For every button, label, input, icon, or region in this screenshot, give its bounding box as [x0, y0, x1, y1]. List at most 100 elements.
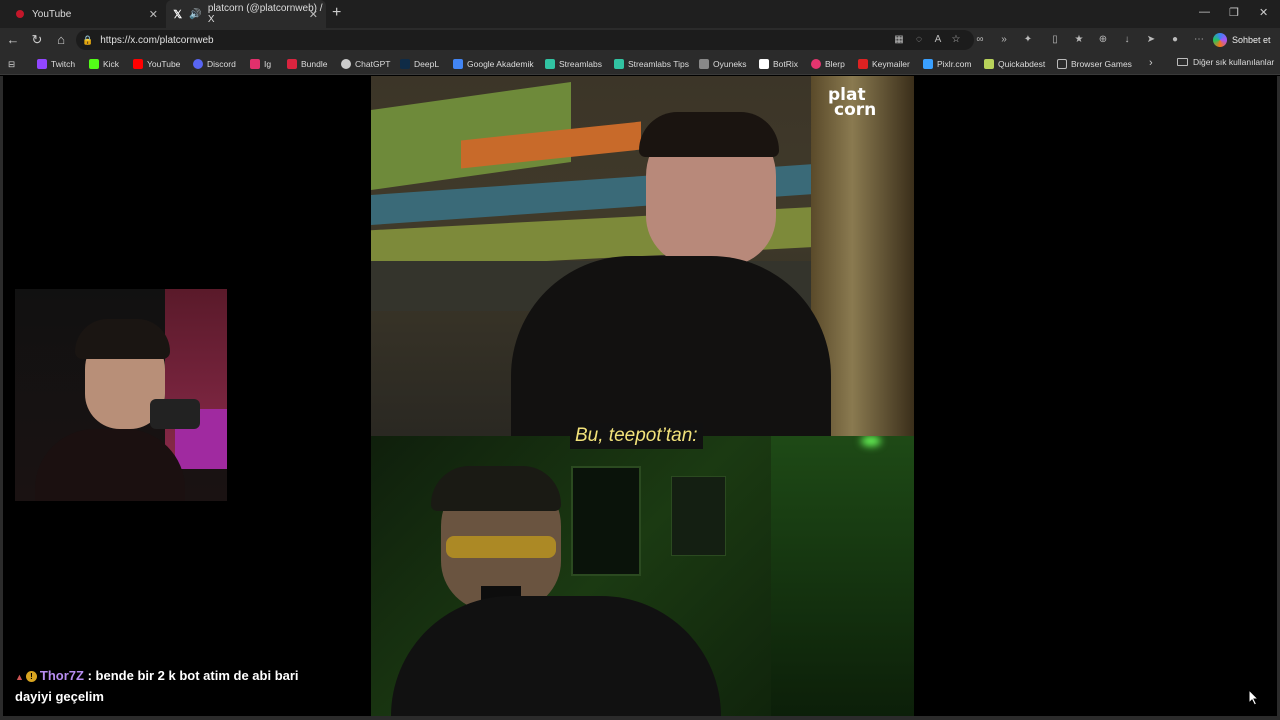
- favorite-star-icon[interactable]: ☆: [949, 33, 963, 47]
- deepl-icon: [400, 59, 410, 69]
- copilot-chat-button[interactable]: Sohbet et: [1213, 30, 1277, 50]
- back-button[interactable]: ←: [4, 31, 22, 49]
- bits-icon: ▲: [15, 671, 24, 682]
- google-scholar-icon: [453, 59, 463, 69]
- kick-icon: [89, 59, 99, 69]
- keymailer-icon: [858, 59, 868, 69]
- bookmark-deepl[interactable]: DeepL: [400, 57, 439, 71]
- close-tab-icon[interactable]: ✕: [149, 8, 158, 21]
- chatgpt-icon: [341, 59, 351, 69]
- bookmark-label: Blerp: [825, 59, 845, 69]
- home-button[interactable]: ⌂: [52, 31, 70, 49]
- pixlr-icon: [923, 59, 933, 69]
- read-aloud-icon[interactable]: A: [931, 33, 945, 47]
- close-tab-icon[interactable]: ✕: [309, 8, 318, 21]
- new-tab-button[interactable]: +: [332, 4, 341, 22]
- bookmark-bundle[interactable]: Bundle: [287, 57, 327, 71]
- bookmark-label: YouTube: [147, 59, 181, 69]
- bookmark-label: Streamlabs: [559, 59, 602, 69]
- bookmark-label: Kick: [103, 59, 120, 69]
- youtube-icon: [14, 8, 26, 20]
- url-field[interactable]: 🔒 https://x.com/platcornweb: [76, 30, 974, 50]
- window-border-bottom: [0, 716, 1280, 720]
- tab-youtube[interactable]: YouTube ✕: [8, 0, 166, 28]
- tracking-icon[interactable]: ◌: [912, 33, 926, 47]
- bookmarks-toggle-icon[interactable]: ⊟: [8, 57, 15, 71]
- bookmark-label: BotRix: [773, 59, 799, 69]
- folder-label: Diğer sık kullanılanlar: [1193, 57, 1275, 67]
- subtitle-caption: Bu, teepot’tan:: [570, 423, 703, 449]
- extension2-icon[interactable]: »: [997, 33, 1011, 47]
- streamlabs-icon: [545, 59, 555, 69]
- oyuneks-icon: [699, 59, 709, 69]
- youtube-icon: [133, 59, 143, 69]
- bookmark-google-akademik[interactable]: Google Akademik: [453, 57, 534, 71]
- bookmark-oyuneks[interactable]: Oyuneks: [699, 57, 747, 71]
- bookmark-label: Discord: [207, 59, 236, 69]
- bookmark-keymailer[interactable]: Keymailer: [858, 57, 910, 71]
- folder-icon: [1177, 58, 1188, 66]
- blerp-icon: [811, 59, 821, 69]
- bookmark-label: Bundle: [301, 59, 328, 69]
- bookmark-botrix[interactable]: BotRix: [759, 57, 798, 71]
- logo-line2: corn: [834, 100, 877, 120]
- extension-icon[interactable]: ∞: [973, 33, 987, 47]
- bookmark-label: Keymailer: [872, 59, 910, 69]
- tab-title: YouTube: [32, 8, 72, 20]
- bookmark-label: Oyuneks: [713, 59, 747, 69]
- chevron-right-icon[interactable]: ›: [1149, 57, 1153, 69]
- bookmark-label: Browser Games: [1071, 59, 1132, 69]
- collections-icon[interactable]: ⊕: [1096, 33, 1110, 47]
- discord-icon: [193, 59, 203, 69]
- chat-message: ▲! Thor7Z : bende bir 2 k bot atim de abi…: [15, 666, 315, 707]
- extensions-icon[interactable]: ✦: [1021, 33, 1035, 47]
- more-menu-icon[interactable]: ⋯: [1192, 33, 1206, 47]
- folder-icon: [1057, 59, 1067, 69]
- chat-username: Thor7Z: [39, 668, 84, 683]
- minimize-button[interactable]: —: [1199, 6, 1210, 18]
- bookmark-label: Twitch: [51, 59, 76, 69]
- twitch-icon: [37, 59, 47, 69]
- other-favorites-folder[interactable]: Diğer sık kullanılanlar: [1177, 57, 1274, 67]
- favorites-icon[interactable]: ★: [1072, 33, 1086, 47]
- app-available-icon[interactable]: ▦: [892, 33, 906, 47]
- close-window-button[interactable]: ✕: [1259, 6, 1268, 19]
- tab-platcorn[interactable]: 𝕏 🔊 platcorn (@platcornweb) / X ✕: [166, 0, 326, 28]
- bookmark-label: DeepL: [414, 59, 440, 69]
- stream-video[interactable]: plat corn Bu, teepot’tan: ▲ ! Thor7Z: b…: [3, 76, 1277, 716]
- bookmark-label: Streamlabs Tips: [628, 59, 689, 69]
- tab-strip: YouTube ✕ 𝕏 🔊 platcorn (@platcornweb) / …: [0, 0, 1280, 28]
- bookmark-chatgpt[interactable]: ChatGPT: [341, 57, 390, 71]
- lock-icon[interactable]: 🔒: [82, 35, 93, 46]
- bookmark-pixlr[interactable]: Pixlr.com: [923, 57, 971, 71]
- restore-button[interactable]: ❐: [1229, 6, 1239, 19]
- bookmark-browser-games[interactable]: Browser Games: [1057, 57, 1132, 71]
- botrix-icon: [759, 59, 769, 69]
- bookmark-twitch[interactable]: Twitch: [37, 57, 75, 71]
- bookmark-youtube[interactable]: YouTube: [133, 57, 180, 71]
- browser-window: YouTube ✕ 𝕏 🔊 platcorn (@platcornweb) / …: [0, 0, 1280, 720]
- streamlabs-icon: [614, 59, 624, 69]
- bookmark-streamlabs[interactable]: Streamlabs: [545, 57, 602, 71]
- share-icon[interactable]: ➤: [1144, 33, 1158, 47]
- profile-avatar-icon[interactable]: ●: [1168, 33, 1182, 47]
- bookmark-label: Pixlr.com: [937, 59, 972, 69]
- badge-icon: !: [25, 671, 37, 683]
- bookmark-kick[interactable]: Kick: [89, 57, 119, 71]
- split-screen-icon[interactable]: ▯: [1048, 33, 1062, 47]
- bookmark-blerp[interactable]: Blerp: [811, 57, 845, 71]
- mouse-cursor-icon: [1248, 689, 1260, 706]
- chat-separator: :: [83, 668, 96, 683]
- guest-video-top: plat corn: [371, 76, 914, 436]
- bookmark-ig[interactable]: Ig: [250, 57, 271, 71]
- bookmark-label: Quickabdest: [998, 59, 1046, 69]
- bookmark-label: Ig: [264, 59, 272, 69]
- bookmark-streamlabs-tips[interactable]: Streamlabs Tips: [614, 57, 689, 71]
- speaker-icon[interactable]: 🔊: [189, 9, 201, 20]
- reload-button[interactable]: ↻: [28, 31, 46, 49]
- bookmark-quickabdest[interactable]: Quickabdest: [984, 57, 1045, 71]
- downloads-icon[interactable]: ↓: [1120, 33, 1134, 47]
- quickabdest-icon: [984, 59, 994, 69]
- bookmark-discord[interactable]: Discord: [193, 57, 236, 71]
- platcorn-logo: plat corn: [828, 87, 898, 124]
